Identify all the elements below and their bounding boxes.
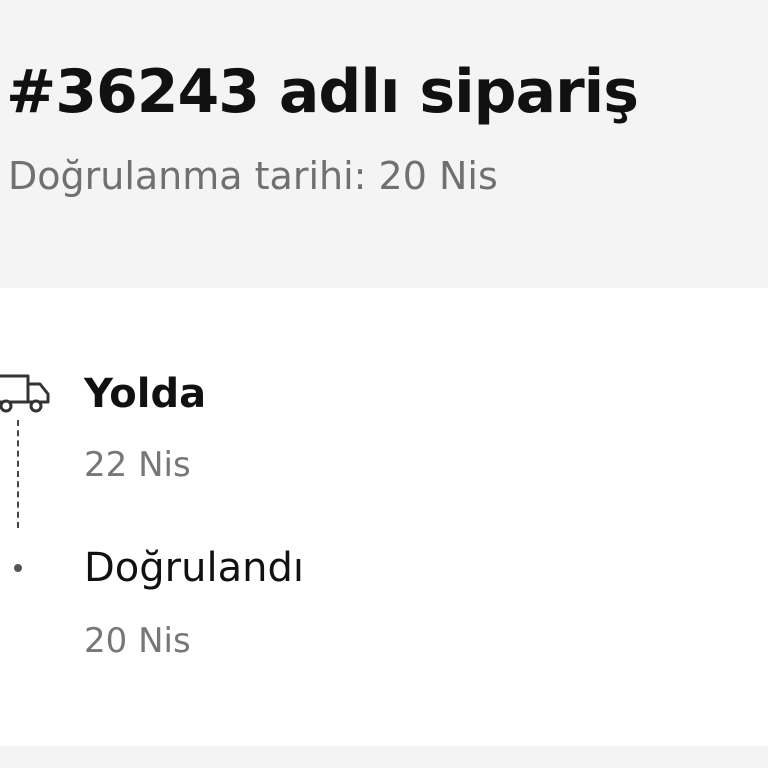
bullet-dot (14, 564, 22, 572)
timeline-step-in-transit-label: Yolda (84, 371, 207, 417)
timeline-step-confirmed-label: Doğrulandı (84, 545, 304, 591)
order-header: #36243 adlı sipariş Doğrulanma tarihi: 2… (0, 0, 768, 288)
timeline-connector (17, 420, 19, 528)
timeline-step-confirmed-date: 20 Nis (84, 621, 191, 661)
order-status-timeline (0, 288, 768, 746)
confirmation-date: Doğrulanma tarihi: 20 Nis (8, 154, 498, 198)
order-title: #36243 adlı sipariş (6, 57, 639, 127)
order-detail-page: #36243 adlı sipariş Doğrulanma tarihi: 2… (0, 0, 768, 768)
truck-icon (0, 374, 50, 413)
timeline-step-in-transit-date: 22 Nis (84, 445, 191, 485)
